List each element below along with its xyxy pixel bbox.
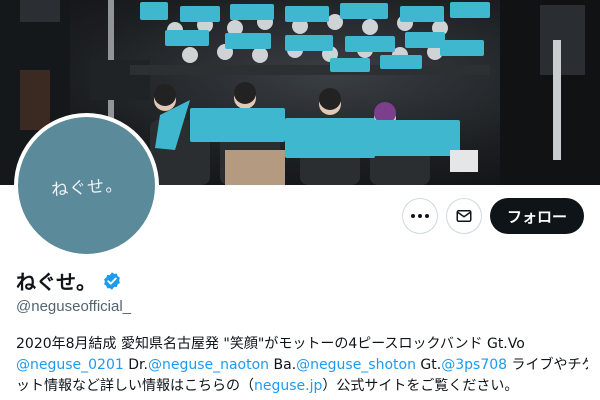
more-button[interactable] (402, 198, 438, 234)
website-link[interactable]: neguse.jp (254, 378, 322, 394)
profile-bio: 2020年8月結成 愛知県名古屋発 "笑顔"がモットーの4ピースロックバンド G… (16, 334, 588, 397)
verified-badge-icon[interactable] (102, 271, 122, 291)
message-button[interactable] (446, 198, 482, 234)
mention-link-guitar[interactable]: @3ps708 (441, 357, 507, 373)
mail-icon (456, 210, 472, 222)
bio-text-bass: Ba. (269, 357, 297, 373)
bio-text-info: ット情報など詳しい情報はこちらの（ (16, 378, 254, 394)
mention-link-bass[interactable]: @neguse_shoton (296, 357, 416, 373)
bio-line-1: 2020年8月結成 愛知県名古屋発 "笑顔"がモットーの4ピースロックバンド G… (16, 336, 525, 352)
avatar-logo-text: ねぐせ。 (50, 175, 124, 201)
bio-line-3: ット情報など詳しい情報はこちらの（neguse.jp）公式サイトをご覧ください。 (16, 376, 588, 397)
bio-text-drums: Dr. (123, 357, 148, 373)
user-handle: @neguseofficial_ (16, 298, 132, 315)
display-name: ねぐせ。 (16, 270, 96, 294)
bio-text-site: ）公式サイトをご覧ください。 (322, 378, 519, 394)
avatar-image: ねぐせ。 (18, 117, 155, 254)
mention-link-vocal[interactable]: @neguse_0201 (16, 357, 124, 373)
bio-line-2: @neguse_0201 Dr.@neguse_naoton Ba.@negus… (16, 355, 588, 376)
bio-text-live: ライブやチケ (507, 357, 588, 373)
mention-link-drums[interactable]: @neguse_naoton (148, 357, 269, 373)
profile-avatar[interactable]: ねぐせ。 (14, 113, 159, 258)
more-icon (411, 214, 429, 218)
bio-text-guitar: Gt. (415, 357, 442, 373)
display-name-row: ねぐせ。 (16, 266, 122, 295)
follow-button[interactable]: フォロー (490, 198, 584, 234)
